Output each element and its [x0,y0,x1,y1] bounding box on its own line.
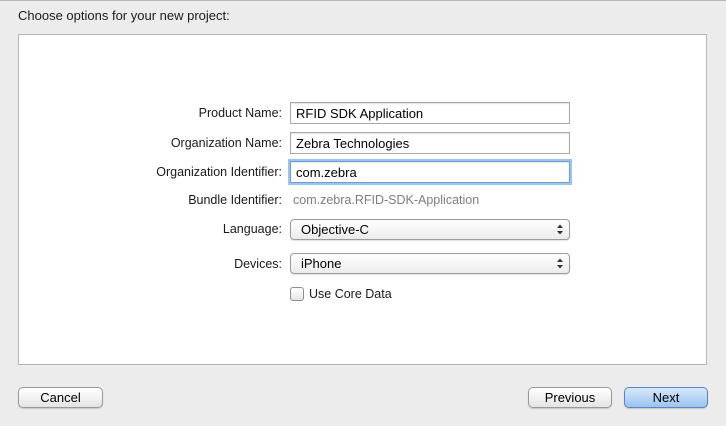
bundle-identifier-value: com.zebra.RFID-SDK-Application [293,193,480,207]
cancel-button[interactable]: Cancel [18,387,103,408]
product-name-field[interactable] [290,102,570,124]
popup-arrows-icon [557,258,563,269]
window-top-border [0,0,726,1]
language-value: Objective-C [301,222,369,237]
language-label: Language: [222,222,282,236]
organization-name-field[interactable] [290,132,570,154]
organization-identifier-label: Organization Identifier: [156,165,282,179]
bundle-identifier-label: Bundle Identifier: [188,193,282,207]
previous-button[interactable]: Previous [528,387,612,408]
language-popup[interactable]: Objective-C [290,219,570,240]
next-button[interactable]: Next [624,387,708,408]
devices-popup[interactable]: iPhone [290,253,570,274]
use-core-data-checkbox[interactable] [290,287,304,301]
product-name-label: Product Name: [198,106,282,120]
use-core-data-label: Use Core Data [309,287,392,301]
popup-arrows-icon [557,224,563,235]
organization-name-label: Organization Name: [170,136,282,150]
page-title: Choose options for your new project: [18,8,230,23]
devices-value: iPhone [301,256,342,271]
devices-label: Devices: [234,257,282,271]
organization-identifier-field[interactable] [290,161,570,183]
